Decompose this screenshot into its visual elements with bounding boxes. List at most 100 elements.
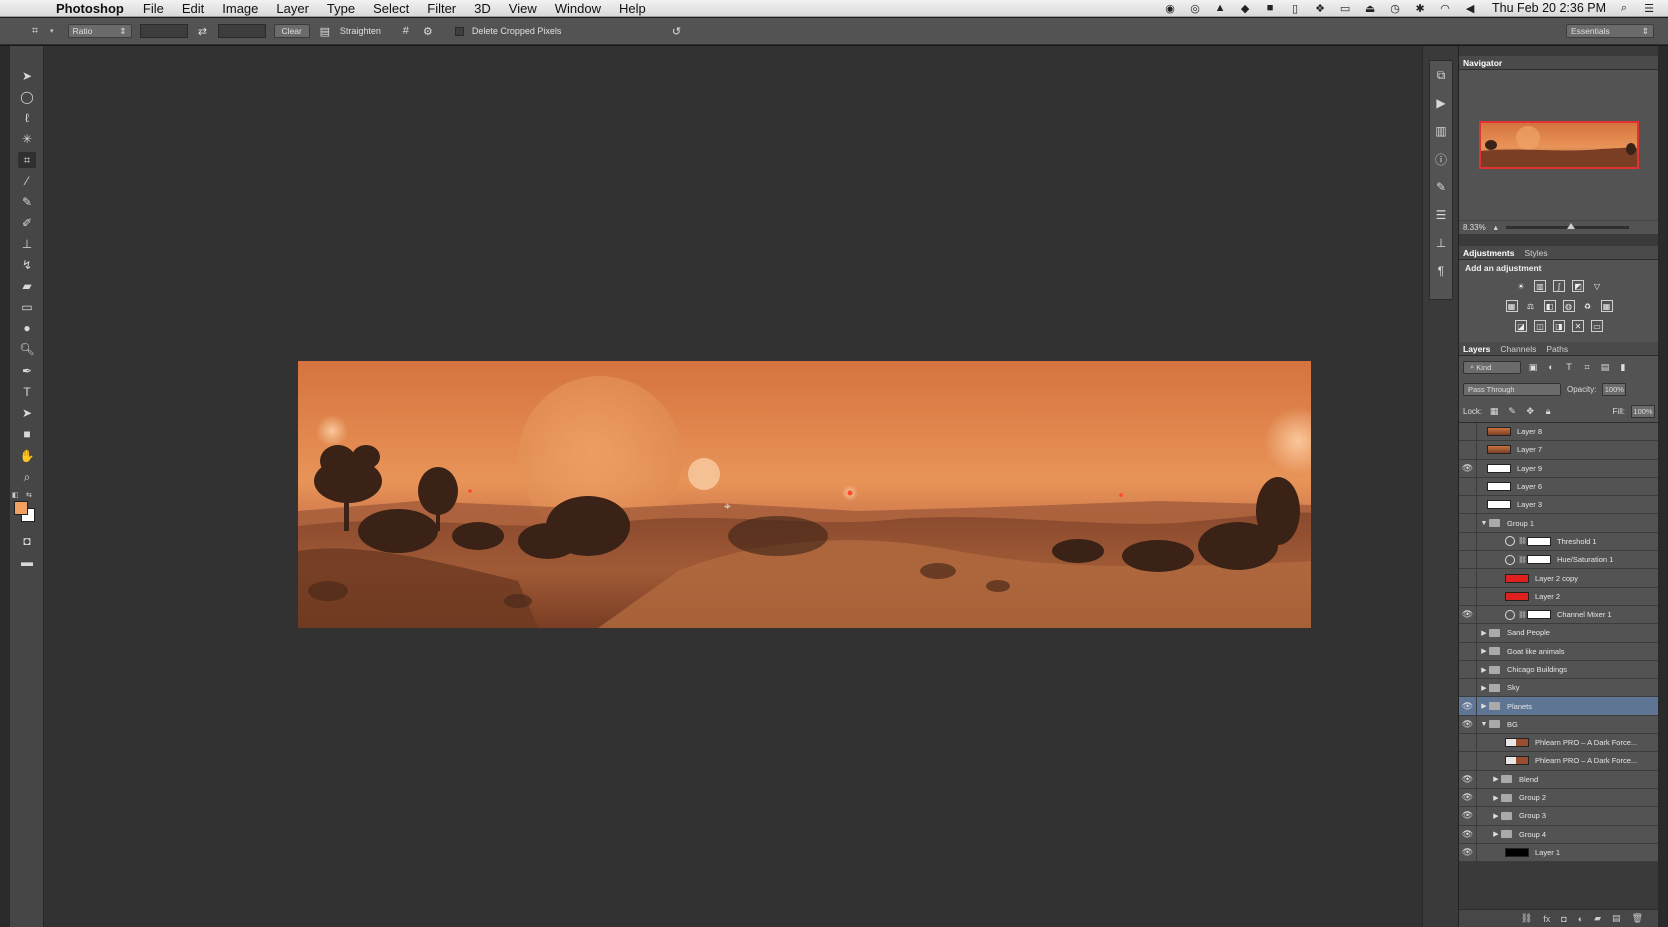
move-tool-icon[interactable]: ➤: [18, 68, 36, 84]
lasso-tool-icon[interactable]: ℓ: [18, 110, 36, 126]
visibility-eye-icon[interactable]: [1459, 495, 1477, 514]
tab-channels[interactable]: Channels: [1500, 344, 1536, 354]
visibility-eye-icon[interactable]: 👁︎: [1459, 459, 1477, 478]
layer-row[interactable]: Layer 8: [1459, 422, 1659, 442]
delete-layer-icon[interactable]: 🗑︎: [1632, 913, 1643, 924]
menu-image[interactable]: Image: [222, 1, 258, 16]
invert-icon[interactable]: ◪: [1515, 320, 1527, 332]
navigator-tab[interactable]: Navigator: [1463, 58, 1502, 68]
new-adjustment-layer-icon[interactable]: ◐: [1578, 914, 1583, 924]
layer-name[interactable]: Planets: [1507, 702, 1532, 711]
menu-filter[interactable]: Filter: [427, 1, 456, 16]
visibility-eye-icon[interactable]: [1459, 422, 1477, 441]
volume-icon[interactable]: ◀: [1463, 2, 1477, 15]
visibility-eye-icon[interactable]: [1459, 642, 1477, 661]
layer-mask-thumbnail[interactable]: [1527, 610, 1551, 620]
eyedropper-tool-icon[interactable]: ⁄: [18, 173, 36, 189]
layer-row[interactable]: 👁︎ ⛓ Channel Mixer 1: [1459, 605, 1659, 625]
filter-toggle-icon[interactable]: ▮: [1617, 361, 1629, 373]
hue-saturation-icon[interactable]: ▦: [1505, 300, 1518, 312]
layer-row[interactable]: Layer 6: [1459, 477, 1659, 497]
visibility-eye-icon[interactable]: [1459, 752, 1477, 770]
group-collapsed-triangle-icon[interactable]: ▶: [1491, 812, 1501, 820]
menu-edit[interactable]: Edit: [182, 1, 204, 16]
canvas-image[interactable]: ⌖: [298, 361, 1311, 628]
straighten-icon[interactable]: ▤: [318, 24, 332, 38]
menu-view[interactable]: View: [509, 1, 537, 16]
layer-name[interactable]: Group 4: [1519, 830, 1546, 839]
exposure-icon[interactable]: ◩: [1572, 280, 1584, 292]
layer-thumbnail[interactable]: [1487, 445, 1511, 455]
notification-center-icon[interactable]: ☰: [1642, 2, 1656, 15]
zoom-out-icon[interactable]: ▴: [1494, 223, 1498, 232]
brush-presets-panel-icon[interactable]: ☰: [1430, 201, 1452, 229]
layer-thumbnail[interactable]: [1505, 756, 1529, 766]
tab-styles[interactable]: Styles: [1524, 248, 1547, 258]
curves-icon[interactable]: ∫: [1553, 280, 1565, 292]
layer-name[interactable]: Layer 9: [1517, 464, 1542, 473]
bluetooth-icon[interactable]: ✱: [1413, 2, 1427, 15]
layer-thumbnail[interactable]: [1487, 482, 1511, 492]
wifi-icon[interactable]: ◠: [1438, 2, 1452, 15]
elliptical-marquee-tool-icon[interactable]: ◯: [18, 89, 36, 105]
layer-row[interactable]: ▼ Group 1: [1459, 514, 1659, 533]
visibility-eye-icon[interactable]: 👁︎: [1459, 715, 1477, 734]
lock-transparent-pixels-icon[interactable]: ▦: [1488, 405, 1500, 417]
layer-name[interactable]: Layer 1: [1535, 848, 1560, 857]
layer-thumbnail[interactable]: [1487, 427, 1511, 437]
visibility-eye-icon[interactable]: [1459, 569, 1477, 588]
layer-kind-filter[interactable]: ⌕ Kind: [1463, 360, 1521, 374]
evernote-icon[interactable]: ◆: [1238, 2, 1252, 15]
brightness-contrast-icon[interactable]: ☀: [1515, 280, 1527, 292]
group-collapsed-triangle-icon[interactable]: ▶: [1479, 684, 1489, 692]
pen-tool-icon[interactable]: ✒: [18, 363, 36, 379]
history-panel-icon[interactable]: ⧉: [1430, 61, 1452, 89]
layer-name[interactable]: Threshold 1: [1557, 537, 1597, 546]
menu-3d[interactable]: 3D: [474, 1, 491, 16]
group-collapsed-triangle-icon[interactable]: ▶: [1491, 794, 1501, 802]
blend-mode-select[interactable]: Pass Through: [1463, 382, 1561, 396]
zoom-slider-knob[interactable]: [1567, 223, 1576, 229]
visibility-eye-icon[interactable]: 👁︎: [1459, 788, 1477, 807]
visibility-eye-icon[interactable]: [1459, 532, 1477, 551]
visibility-eye-icon[interactable]: 👁︎: [1459, 697, 1477, 716]
sync-icon[interactable]: ◎: [1188, 2, 1202, 15]
crop-tool-icon[interactable]: ⌗: [18, 152, 36, 168]
tab-layers[interactable]: Layers: [1463, 344, 1490, 354]
layer-row[interactable]: Layer 2: [1459, 587, 1659, 606]
layer-row[interactable]: ⛓ Threshold 1: [1459, 532, 1659, 552]
layer-name[interactable]: Group 3: [1519, 811, 1546, 820]
selective-color-icon[interactable]: ✕: [1572, 320, 1584, 332]
layer-row[interactable]: Layer 2 copy: [1459, 569, 1659, 588]
layer-thumbnail[interactable]: [1487, 463, 1511, 473]
navigator-zoom-slider[interactable]: [1505, 223, 1629, 229]
quick-mask-icon[interactable]: ◘: [18, 533, 36, 549]
default-colors-icon[interactable]: ◧: [12, 491, 19, 499]
layer-row[interactable]: Layer 3: [1459, 495, 1659, 515]
new-layer-icon[interactable]: ▤: [1612, 913, 1621, 924]
layer-name[interactable]: Channel Mixer 1: [1557, 610, 1612, 619]
menubar-clock[interactable]: Thu Feb 20 2:36 PM: [1492, 1, 1606, 15]
actions-panel-icon[interactable]: ▶: [1430, 89, 1452, 117]
color-balance-icon[interactable]: ⚖: [1525, 300, 1537, 312]
menu-type[interactable]: Type: [327, 1, 355, 16]
preset-dropdown-arrow-icon[interactable]: ▾: [50, 27, 54, 35]
layer-row[interactable]: 👁︎ ▶ Planets: [1459, 697, 1659, 716]
zoom-tool-icon[interactable]: ⌕: [18, 469, 36, 485]
app-name-menu[interactable]: Photoshop: [56, 1, 124, 16]
photo-filter-icon[interactable]: ◍: [1562, 300, 1575, 312]
layer-name[interactable]: Phlearn PRO – A Dark Force...: [1535, 738, 1637, 747]
layer-row[interactable]: ▶ Sand People: [1459, 623, 1659, 643]
layer-row[interactable]: 👁︎ ▶ Group 3: [1459, 806, 1659, 826]
mask-link-icon[interactable]: ⛓: [1518, 556, 1527, 564]
clone-stamp-tool-icon[interactable]: ⊥: [18, 236, 36, 252]
delete-cropped-pixels-checkbox[interactable]: [454, 26, 464, 36]
visibility-eye-icon[interactable]: [1459, 440, 1477, 459]
layer-name[interactable]: Sky: [1507, 683, 1520, 692]
group-collapsed-triangle-icon[interactable]: ▶: [1479, 647, 1489, 655]
navigator-zoom-value[interactable]: 8.33%: [1463, 223, 1486, 232]
layer-thumbnail[interactable]: [1505, 847, 1529, 857]
levels-icon[interactable]: ▥: [1534, 280, 1546, 292]
vibrance-icon[interactable]: ▽: [1591, 280, 1603, 292]
layer-name[interactable]: Blend: [1519, 775, 1538, 784]
